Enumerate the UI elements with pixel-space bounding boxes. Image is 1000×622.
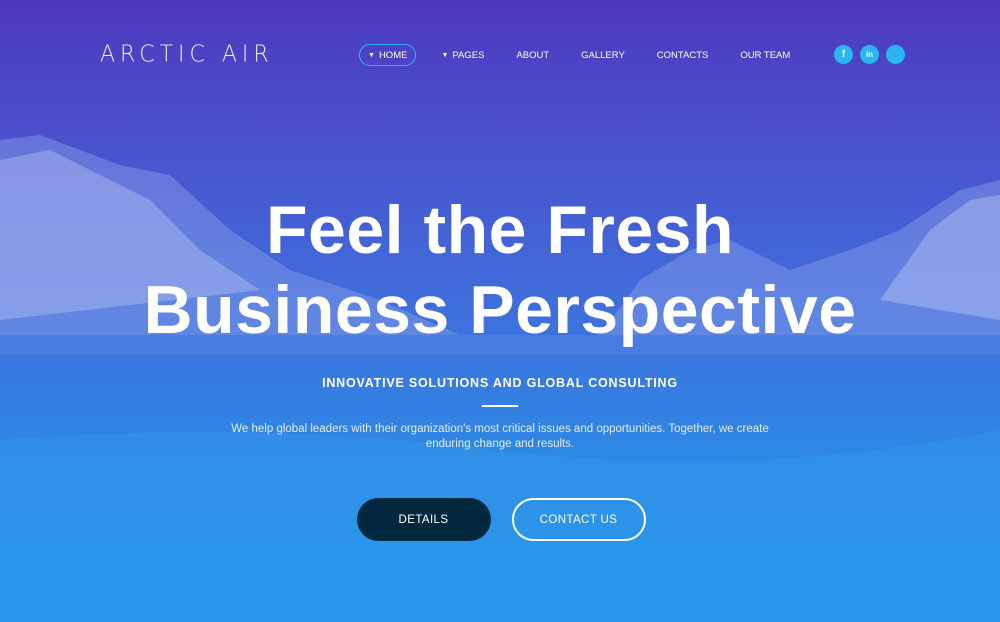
- hero-description: We help global leaders with their organi…: [231, 423, 769, 450]
- nav-about[interactable]: ABOUT: [516, 44, 549, 66]
- linkedin-icon[interactable]: in: [860, 45, 879, 64]
- main-nav: ▼ HOME ▼ PAGES ABOUT GALLERY CONTACTS OUR …: [359, 44, 822, 66]
- nav-pages[interactable]: ▼ PAGES: [441, 44, 484, 66]
- nav-label: HOME: [378, 49, 408, 61]
- nav-gallery[interactable]: GALLERY: [581, 44, 625, 66]
- divider: [482, 405, 518, 407]
- nav-label: PAGES: [452, 49, 485, 61]
- hero-subtitle: INNOVATIVE SOLUTIONS AND GLOBAL CONSULTI…: [322, 376, 678, 390]
- hero-title: Feel the Fresh Business Perspective: [0, 190, 1000, 350]
- caret-down-icon: ▼: [441, 51, 449, 59]
- twitter-icon[interactable]: 🐦: [886, 45, 905, 64]
- nav-our-team[interactable]: OUR TEAM: [740, 44, 790, 66]
- hero-buttons: DETAILS CONTACT US: [0, 498, 1000, 541]
- details-button[interactable]: DETAILS: [356, 498, 491, 541]
- contact-us-button[interactable]: CONTACT US: [511, 498, 646, 541]
- hero: Feel the Fresh Business Perspective INNOV…: [0, 190, 1000, 541]
- facebook-icon[interactable]: f: [834, 45, 853, 64]
- nav-contacts[interactable]: CONTACTS: [657, 44, 709, 66]
- social-links: f in 🐦: [834, 45, 905, 64]
- logo[interactable]: ARCTIC AIR: [100, 41, 274, 67]
- title-line-2: Business Perspective: [143, 272, 857, 348]
- site-header: ARCTIC AIR ▼ HOME ▼ PAGES ABOUT GALLERY CO…: [0, 0, 1000, 110]
- caret-down-icon: ▼: [368, 51, 375, 59]
- title-line-1: Feel the Fresh: [265, 192, 735, 268]
- nav-home[interactable]: ▼ HOME: [359, 44, 417, 66]
